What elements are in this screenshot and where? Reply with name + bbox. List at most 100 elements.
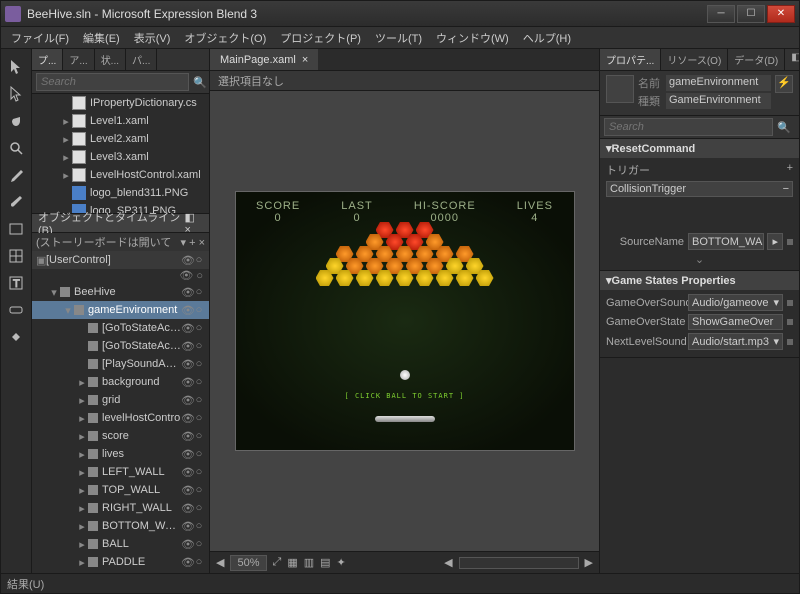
object-item[interactable]: ▸BOTTOM_WALL👁○: [32, 517, 209, 535]
direct-select-tool-icon[interactable]: [3, 81, 29, 107]
fit-icon[interactable]: ⤢: [273, 556, 282, 569]
object-name-field[interactable]: gameEnvironment: [666, 75, 771, 91]
menu-編集(E)[interactable]: 編集(E): [77, 28, 126, 48]
selection-tool-icon[interactable]: [3, 54, 29, 80]
menu-ツール(T)[interactable]: ツール(T): [369, 28, 428, 48]
object-item[interactable]: ▸levelHostContro👁○: [32, 409, 209, 427]
object-item[interactable]: ▾gameEnvironment👁○: [32, 301, 209, 319]
left-tab[interactable]: パ...: [126, 49, 157, 70]
prop-field[interactable]: Audio/start.mp3▾: [688, 333, 783, 350]
menu-表示(V)[interactable]: 表示(V): [128, 28, 177, 48]
picker-button[interactable]: ▸: [767, 233, 783, 250]
add-trigger-icon[interactable]: +: [787, 162, 793, 178]
gamestates-header[interactable]: ▾ Game States Properties: [600, 271, 799, 290]
game-preview: SCORE0 LAST0 HI-SCORE0000 LIVES4 [ CLICK…: [235, 191, 575, 451]
window-title: BeeHive.sln - Microsoft Expression Blend…: [27, 7, 707, 21]
selected-object-icon: [606, 75, 634, 103]
app-icon: [5, 6, 21, 22]
assets-tool-icon[interactable]: [3, 324, 29, 350]
object-item[interactable]: ▸background👁○: [32, 373, 209, 391]
maximize-button[interactable]: ☐: [737, 5, 765, 23]
right-tab[interactable]: プロパテ...: [600, 49, 661, 70]
search-icon[interactable]: 🔍: [773, 121, 795, 134]
menu-オブジェクト(O)[interactable]: オブジェクト(O): [178, 28, 272, 48]
object-item[interactable]: ▸grid👁○: [32, 391, 209, 409]
pan-tool-icon[interactable]: [3, 108, 29, 134]
project-search-input[interactable]: [36, 73, 189, 91]
prop-field[interactable]: ShowGameOver: [688, 314, 783, 330]
object-item[interactable]: ▸PADDLE👁○: [32, 553, 209, 571]
object-item[interactable]: [GoToStateAction]👁○: [32, 337, 209, 355]
objects-panel-header: オブジェクトとタイムライン(B) ◧ ×: [32, 213, 209, 233]
project-file[interactable]: IPropertyDictionary.cs: [32, 94, 209, 112]
collapse-icon[interactable]: ◀: [216, 556, 224, 569]
object-type-field: GameEnvironment: [666, 93, 771, 109]
project-file[interactable]: ▸Level2.xaml: [32, 130, 209, 148]
minimize-button[interactable]: ─: [707, 5, 735, 23]
prop-marker[interactable]: [787, 339, 793, 345]
prop-marker[interactable]: [787, 319, 793, 325]
left-tab[interactable]: ア...: [63, 49, 94, 70]
project-file[interactable]: ▸LevelHostControl.xaml: [32, 166, 209, 184]
menu-プロジェクト(P)[interactable]: プロジェクト(P): [274, 28, 367, 48]
layout-tool-icon[interactable]: [3, 243, 29, 269]
prop-marker[interactable]: [787, 300, 793, 306]
project-file[interactable]: ▸Level3.xaml: [32, 148, 209, 166]
sourcename-field[interactable]: BOTTOM_WALL◎: [688, 233, 764, 250]
expand-icon[interactable]: ⌄: [606, 253, 793, 266]
paddle: [375, 416, 435, 422]
design-canvas[interactable]: SCORE0 LAST0 HI-SCORE0000 LIVES4 [ CLICK…: [210, 91, 599, 551]
prop-field[interactable]: Audio/gameove▾: [688, 294, 783, 311]
eyedropper-tool-icon[interactable]: [3, 162, 29, 188]
events-view-icon[interactable]: ⚡: [775, 75, 793, 93]
tool-strip: T: [1, 49, 32, 573]
resetcommand-header[interactable]: ▾ ResetCommand: [600, 139, 799, 158]
menu-ウィンドウ(W)[interactable]: ウィンドウ(W): [430, 28, 515, 48]
ball: [400, 370, 410, 380]
menu-ファイル(F)[interactable]: ファイル(F): [5, 28, 75, 48]
object-item[interactable]: ▸BALL👁○: [32, 535, 209, 553]
object-item[interactable]: [GoToStateAction]👁○: [32, 319, 209, 337]
right-tab[interactable]: リソース(O): [661, 49, 728, 70]
object-item[interactable]: ▸score👁○: [32, 427, 209, 445]
project-file[interactable]: ▸Level1.xaml: [32, 112, 209, 130]
project-tree: IPropertyDictionary.cs▸Level1.xaml▸Level…: [32, 94, 209, 213]
object-item[interactable]: ▾BeeHive👁○: [32, 283, 209, 301]
titlebar: BeeHive.sln - Microsoft Expression Blend…: [1, 1, 799, 27]
collision-trigger-field[interactable]: CollisionTrigger−: [606, 181, 793, 197]
selection-info: 選択項目なし: [210, 71, 599, 91]
controls-tool-icon[interactable]: [3, 297, 29, 323]
text-tool-icon[interactable]: T: [3, 270, 29, 296]
start-text: [ CLICK BALL TO START ]: [236, 392, 574, 400]
zoom-tool-icon[interactable]: [3, 135, 29, 161]
document-tab[interactable]: MainPage.xaml×: [210, 49, 318, 70]
properties-search-input[interactable]: [604, 118, 773, 136]
prop-marker[interactable]: [787, 239, 793, 245]
storyboard-row[interactable]: (ストーリーボードは開いて▾ + ×: [32, 233, 209, 251]
right-tab[interactable]: データ(D): [728, 49, 785, 70]
object-item[interactable]: ▸TOP_WALL👁○: [32, 481, 209, 499]
close-tab-icon[interactable]: ×: [302, 54, 308, 66]
usercontrol-root[interactable]: ▣ [UserControl] 👁○: [32, 251, 209, 269]
object-item[interactable]: ▸RIGHT_WALL👁○: [32, 499, 209, 517]
effects-icon[interactable]: ✦: [337, 556, 346, 569]
status-bar: 結果(U): [1, 573, 799, 593]
rectangle-tool-icon[interactable]: [3, 216, 29, 242]
search-icon[interactable]: 🔍: [189, 76, 211, 89]
zoom-level[interactable]: 50%: [230, 555, 266, 571]
grid-icon[interactable]: ▦: [287, 556, 297, 569]
snap2-icon[interactable]: ▤: [320, 556, 330, 569]
left-tab[interactable]: 状...: [95, 49, 126, 70]
menu-ヘルプ(H)[interactable]: ヘルプ(H): [517, 28, 577, 48]
trigger-label: トリガー: [606, 162, 650, 178]
brush-tool-icon[interactable]: [3, 189, 29, 215]
object-item[interactable]: ▸lives👁○: [32, 445, 209, 463]
menubar: ファイル(F)編集(E)表示(V)オブジェクト(O)プロジェクト(P)ツール(T…: [1, 27, 799, 49]
project-file[interactable]: logo_blend311.PNG: [32, 184, 209, 202]
horizontal-scrollbar[interactable]: [459, 557, 579, 569]
left-tab[interactable]: プ...: [32, 49, 63, 70]
object-item[interactable]: ▸LEFT_WALL👁○: [32, 463, 209, 481]
close-button[interactable]: ✕: [767, 5, 795, 23]
snap-icon[interactable]: ▥: [304, 556, 314, 569]
object-item[interactable]: [PlaySoundAction]👁○: [32, 355, 209, 373]
